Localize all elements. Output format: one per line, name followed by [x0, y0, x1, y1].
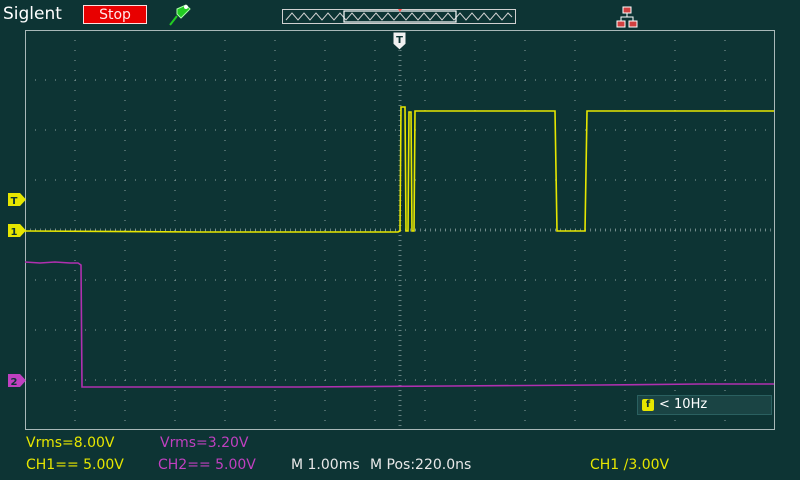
ch1-marker-label: 1 [11, 227, 18, 238]
trigger-position-marker[interactable]: T [392, 31, 407, 51]
ch1-trigger-marker-label: T [11, 196, 18, 207]
frequency-badge: f [642, 399, 654, 411]
timebase-scale[interactable]: M 1.00ms [291, 457, 360, 473]
frequency-counter: f < 10Hz [637, 395, 772, 415]
ch2-ground-marker[interactable]: 2 [8, 374, 26, 388]
ch2-marker-label: 2 [11, 377, 18, 388]
trigger-marker-label: T [396, 35, 403, 46]
ch1-vrms: Vrms=8.00V [26, 435, 115, 451]
trigger-setting[interactable]: CH1 /3.00V [590, 457, 669, 473]
ch2-vrms: Vrms=3.20V [160, 435, 249, 451]
frequency-value: < 10Hz [659, 397, 708, 412]
ch1-trigger-level-marker[interactable]: T [8, 193, 26, 207]
ch1-scale[interactable]: CH1== 5.00V [26, 457, 124, 473]
ch2-scale[interactable]: CH2== 5.00V [158, 457, 256, 473]
timebase-position[interactable]: M Pos:220.0ns [370, 457, 471, 473]
ch1-ground-marker[interactable]: 1 [8, 224, 26, 238]
